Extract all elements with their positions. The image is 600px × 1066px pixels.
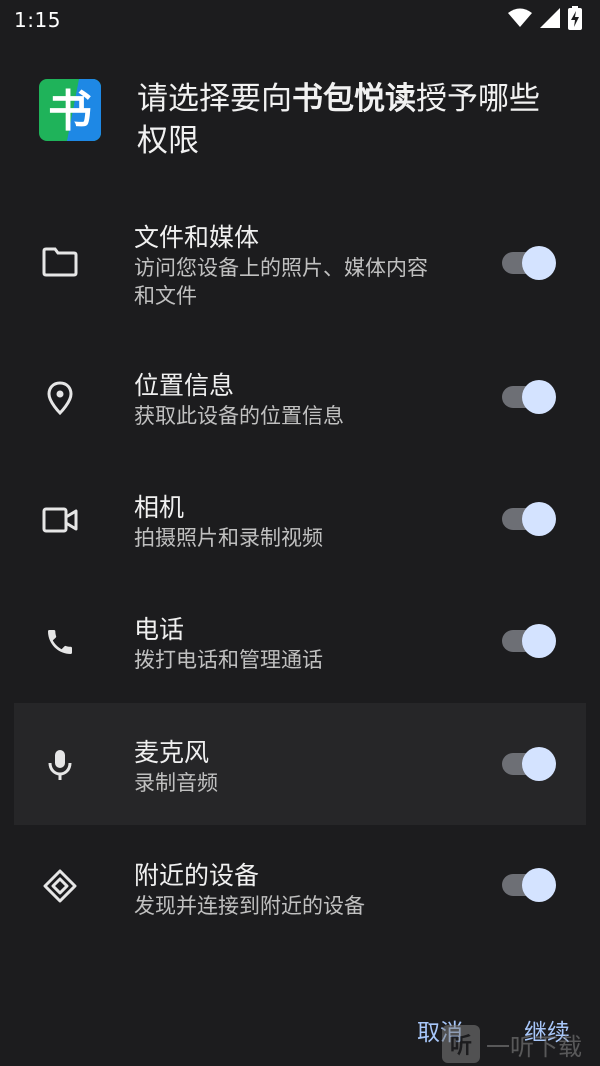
toggle-thumb bbox=[522, 747, 556, 781]
permission-title: 位置信息 bbox=[134, 371, 235, 400]
battery-charging-icon bbox=[568, 6, 582, 30]
status-time: 1:15 bbox=[14, 8, 61, 32]
toggle-nearby-devices[interactable] bbox=[502, 868, 556, 902]
permission-description: 录制音频 bbox=[134, 771, 218, 795]
toggle-files-media[interactable] bbox=[502, 246, 556, 280]
permission-description: 获取此设备的位置信息 bbox=[134, 404, 344, 428]
permission-row-location[interactable]: 位置信息 获取此设备的位置信息 bbox=[14, 340, 586, 455]
permission-row-phone[interactable]: 电话 拨打电话和管理通话 bbox=[14, 584, 586, 699]
title-prefix: 请选择要向 bbox=[137, 81, 292, 117]
permission-title: 附近的设备 bbox=[134, 861, 260, 890]
status-bar: 1:15 bbox=[0, 0, 600, 42]
toggle-thumb bbox=[522, 624, 556, 658]
watermark-text: 一听下载 bbox=[486, 1032, 582, 1061]
permission-description: 拨打电话和管理通话 bbox=[134, 648, 323, 672]
toggle-thumb bbox=[522, 246, 556, 280]
permission-title: 电话 bbox=[134, 615, 185, 644]
watermark-logo-icon: 听 bbox=[442, 1025, 480, 1063]
app-name: 书包悦读 bbox=[292, 81, 416, 117]
toggle-phone[interactable] bbox=[502, 624, 556, 658]
status-icons bbox=[508, 6, 582, 30]
microphone-icon bbox=[42, 747, 78, 783]
nearby-devices-icon bbox=[42, 868, 78, 904]
permission-description: 拍摄照片和录制视频 bbox=[134, 526, 323, 550]
permission-title: 相机 bbox=[134, 493, 185, 522]
location-pin-icon bbox=[42, 380, 78, 416]
dialog-title: 请选择要向书包悦读授予哪些权限 bbox=[137, 78, 557, 162]
folder-icon bbox=[42, 244, 78, 280]
video-camera-icon bbox=[42, 502, 78, 538]
permission-title: 麦克风 bbox=[134, 738, 210, 767]
permission-row-microphone[interactable]: 麦克风 录制音频 bbox=[14, 703, 586, 825]
wifi-icon bbox=[508, 8, 532, 27]
toggle-microphone[interactable] bbox=[502, 747, 556, 781]
permission-title: 文件和媒体 bbox=[134, 223, 260, 252]
permission-row-camera[interactable]: 相机 拍摄照片和录制视频 bbox=[14, 462, 586, 577]
app-icon-glyph: 书 bbox=[48, 86, 92, 137]
toggle-thumb bbox=[522, 380, 556, 414]
watermark: 听 一听下载 bbox=[442, 1024, 582, 1064]
toggle-thumb bbox=[522, 502, 556, 536]
toggle-location[interactable] bbox=[502, 380, 556, 414]
permission-row-files-media[interactable]: 文件和媒体 访问您设备上的照片、媒体内容和文件 bbox=[14, 200, 586, 325]
permission-description: 发现并连接到附近的设备 bbox=[134, 894, 365, 918]
toggle-thumb bbox=[522, 868, 556, 902]
toggle-camera[interactable] bbox=[502, 502, 556, 536]
signal-icon bbox=[540, 8, 560, 28]
app-icon: 书 bbox=[39, 79, 101, 141]
phone-icon bbox=[42, 624, 78, 660]
permission-row-nearby-devices[interactable]: 附近的设备 发现并连接到附近的设备 bbox=[14, 830, 586, 945]
permission-description: 访问您设备上的照片、媒体内容和文件 bbox=[134, 256, 428, 308]
